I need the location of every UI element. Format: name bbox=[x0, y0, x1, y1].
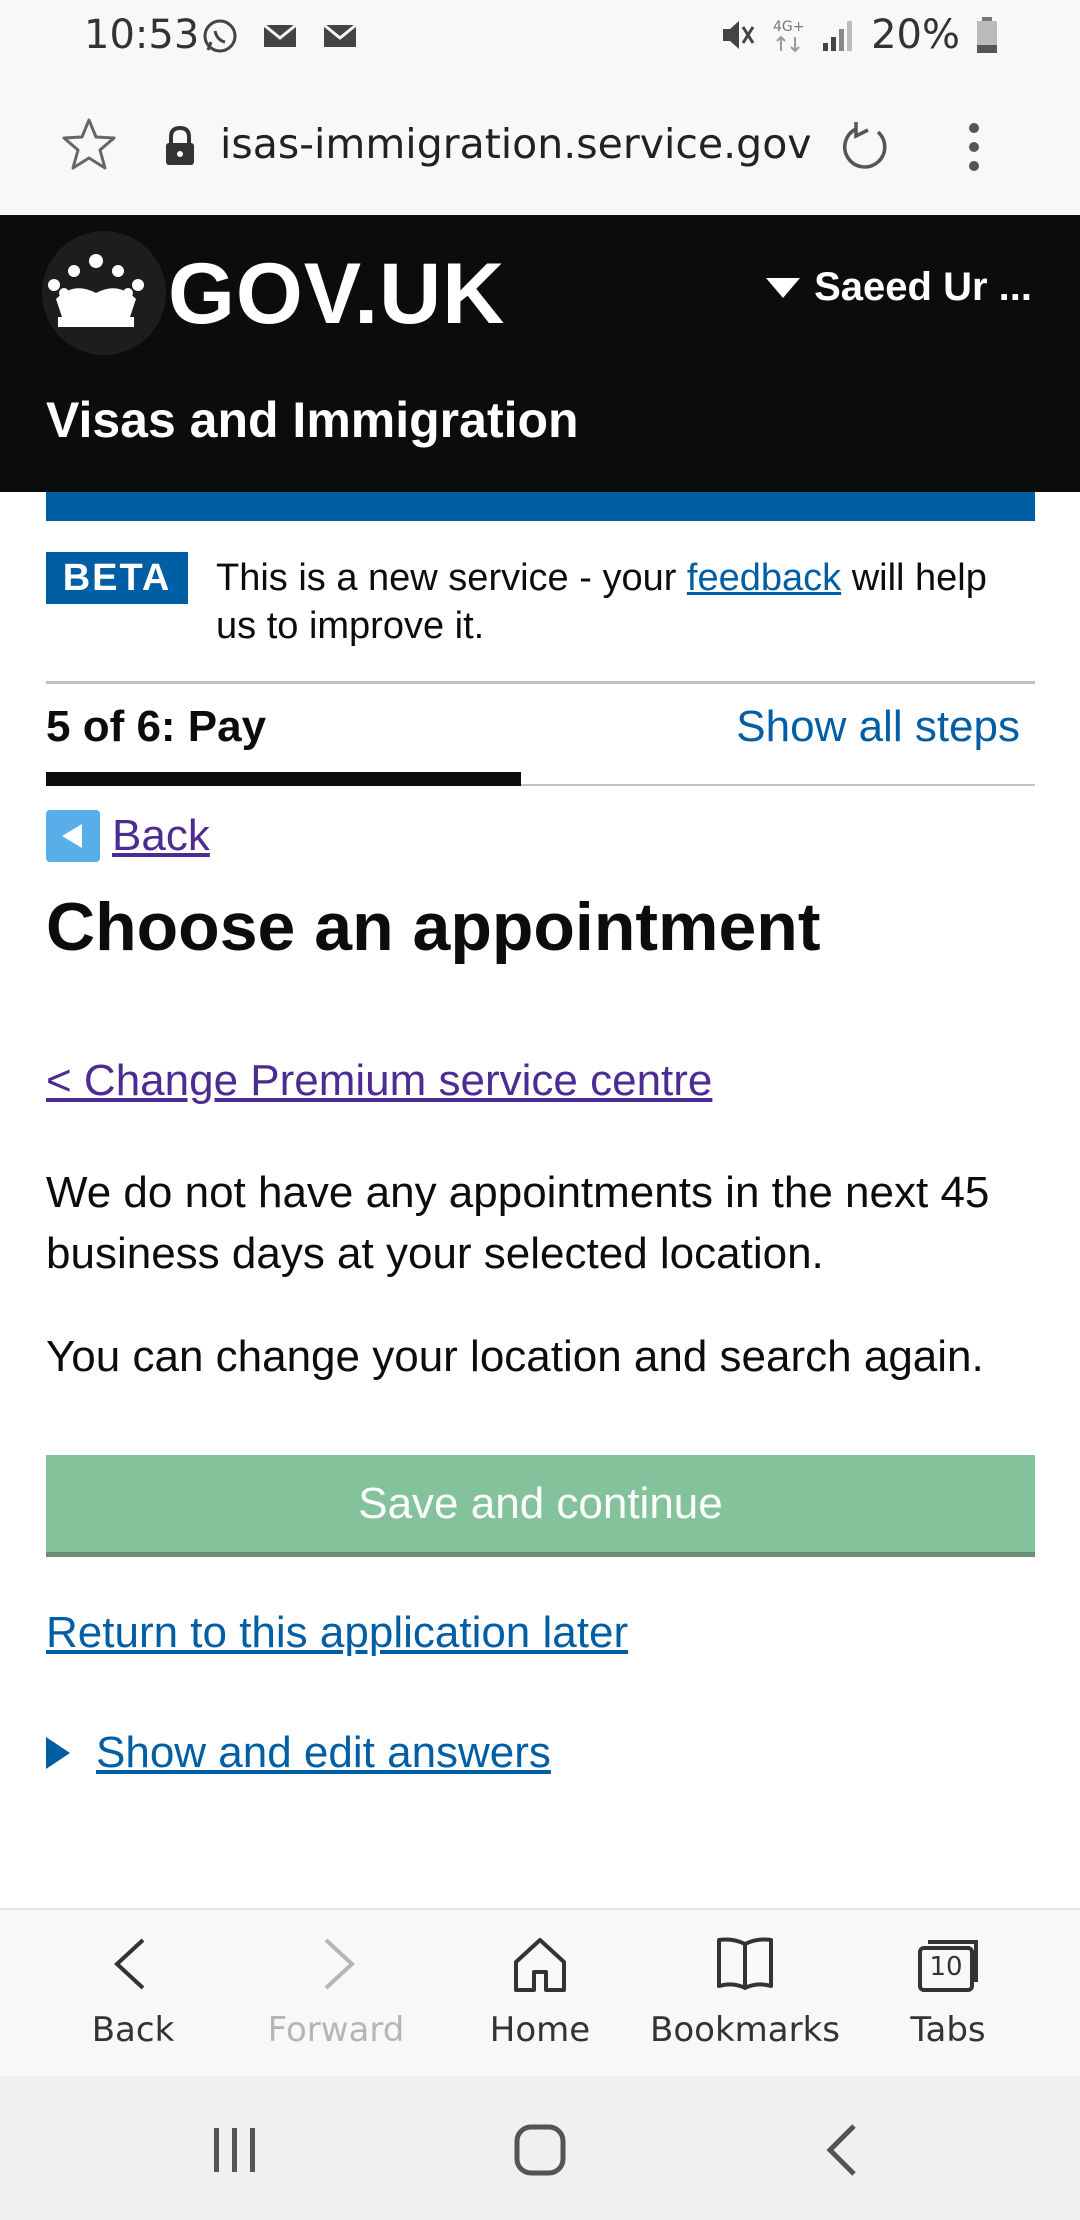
back-link-label: Back bbox=[112, 811, 210, 860]
change-service-centre-link[interactable]: < Change Premium service centre bbox=[46, 1056, 712, 1106]
toolbar-tabs[interactable]: 10 Tabs bbox=[848, 1934, 1048, 2050]
status-time: 10:53 bbox=[84, 12, 200, 58]
mail-icon bbox=[323, 23, 357, 47]
toolbar-forward[interactable]: Forward bbox=[236, 1934, 436, 2050]
crown-icon[interactable] bbox=[44, 251, 148, 331]
battery-percent: 20% bbox=[871, 12, 960, 58]
user-menu[interactable]: Saeed Ur ... bbox=[766, 265, 1032, 310]
android-nav-bar bbox=[0, 2076, 1080, 2220]
step-label: 5 of 6: Pay bbox=[46, 702, 267, 751]
feedback-link[interactable]: feedback bbox=[687, 557, 841, 599]
reload-icon[interactable] bbox=[838, 120, 892, 174]
mute-icon bbox=[723, 21, 755, 49]
more-menu-icon[interactable] bbox=[968, 120, 980, 174]
step-progress-fill bbox=[46, 772, 521, 786]
show-all-steps-link[interactable]: Show all steps bbox=[736, 702, 1020, 752]
status-bar: 10:53 4G+ 20% bbox=[0, 0, 1080, 70]
status-system-icons: 4G+ 20% bbox=[717, 12, 1000, 58]
save-and-continue-button[interactable]: Save and continue bbox=[46, 1455, 1035, 1557]
header-blue-bar bbox=[46, 492, 1035, 521]
triangle-right-icon bbox=[46, 1737, 70, 1769]
show-edit-answers-label: Show and edit answers bbox=[96, 1728, 551, 1777]
user-name: Saeed Ur ... bbox=[814, 265, 1032, 309]
page-title: Choose an appointment bbox=[46, 889, 821, 965]
caret-down-icon bbox=[766, 277, 801, 298]
beta-text-before: This is a new service - your bbox=[216, 557, 687, 599]
home-circle-icon[interactable] bbox=[512, 2122, 568, 2178]
return-later-link[interactable]: Return to this application later bbox=[46, 1608, 628, 1658]
bookmarks-book-icon bbox=[717, 1937, 773, 1990]
browser-bottom-toolbar: Back Forward Home Bookmarks 10 Tabs bbox=[0, 1908, 1080, 2076]
recent-apps-icon[interactable] bbox=[210, 2122, 260, 2178]
network-4g-icon: 4G+ bbox=[773, 19, 805, 53]
beta-tag: BETA bbox=[46, 552, 188, 604]
toolbar-back[interactable]: Back bbox=[33, 1934, 233, 2050]
toolbar-tabs-label: Tabs bbox=[910, 2010, 986, 2050]
toolbar-home-label: Home bbox=[489, 2010, 591, 2050]
toolbar-back-label: Back bbox=[91, 2010, 175, 2050]
browser-url-bar: isas-immigration.service.gov.uk bbox=[0, 70, 1080, 215]
toolbar-forward-label: Forward bbox=[267, 2010, 405, 2050]
show-edit-answers-toggle[interactable]: Show and edit answers bbox=[46, 1728, 551, 1778]
back-chevron-icon bbox=[114, 1938, 145, 1990]
back-link[interactable]: Back bbox=[46, 810, 210, 862]
bookmark-star-icon[interactable] bbox=[60, 116, 118, 172]
beta-banner-text: This is a new service - your feedback wi… bbox=[216, 554, 1036, 650]
signal-icon bbox=[823, 21, 853, 51]
no-appointments-message: We do not have any appointments in the n… bbox=[46, 1168, 990, 1278]
service-name[interactable]: Visas and Immigration bbox=[46, 391, 579, 449]
toolbar-home[interactable]: Home bbox=[440, 1934, 640, 2050]
forward-chevron-icon bbox=[324, 1938, 355, 1990]
battery-icon bbox=[977, 17, 997, 53]
mail-icon bbox=[263, 23, 297, 47]
lock-icon bbox=[166, 125, 194, 165]
gov-header: GOV.UK Saeed Ur ... Visas and Immigratio… bbox=[0, 215, 1080, 492]
toolbar-bookmarks-label: Bookmarks bbox=[650, 2010, 840, 2050]
change-location-message: You can change your location and search … bbox=[46, 1332, 984, 1381]
home-icon bbox=[514, 1938, 566, 1992]
svg-text:4G+: 4G+ bbox=[773, 19, 805, 35]
tabs-icon: 10 bbox=[916, 1934, 980, 1994]
divider bbox=[46, 681, 1035, 684]
gov-uk-logo[interactable]: GOV.UK bbox=[168, 245, 505, 344]
back-arrow-icon bbox=[46, 810, 100, 862]
nav-back-icon[interactable] bbox=[818, 2122, 868, 2178]
tab-count: 10 bbox=[929, 1952, 963, 1982]
status-notifications bbox=[200, 16, 360, 56]
toolbar-bookmarks[interactable]: Bookmarks bbox=[645, 1934, 845, 2050]
url-address[interactable]: isas-immigration.service.gov.uk bbox=[220, 120, 810, 168]
whatsapp-icon bbox=[203, 19, 237, 53]
